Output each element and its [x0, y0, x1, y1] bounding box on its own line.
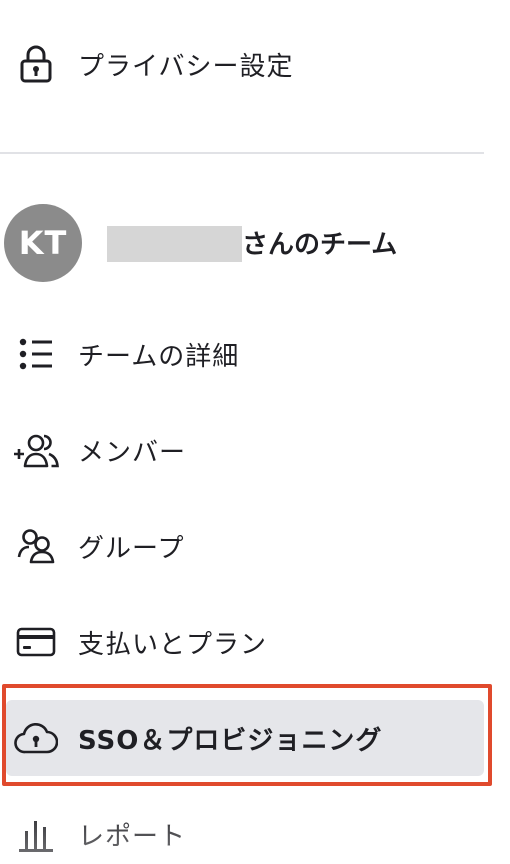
groups-item[interactable]: グループ — [0, 516, 484, 576]
redacted-user-name — [107, 226, 242, 262]
billing-plans-label: 支払いとプラン — [78, 629, 268, 660]
section-divider — [0, 152, 484, 154]
bar-chart-icon — [12, 810, 60, 858]
members-item[interactable]: メンバー — [0, 420, 484, 480]
billing-plans-item[interactable]: 支払いとプラン — [0, 612, 484, 672]
team-details-item[interactable]: チームの詳細 — [0, 324, 484, 384]
highlight-box — [2, 684, 492, 786]
reports-item[interactable]: レポート — [0, 804, 484, 864]
groups-label: グループ — [78, 533, 185, 564]
team-details-label: チームの詳細 — [78, 341, 240, 372]
privacy-settings-label: プライバシー設定 — [78, 51, 294, 82]
lock-icon — [12, 40, 60, 88]
team-name: さんのチーム — [242, 230, 398, 260]
group-icon — [12, 522, 60, 570]
reports-label: レポート — [78, 821, 187, 852]
list-icon — [12, 330, 60, 378]
members-label: メンバー — [78, 437, 187, 468]
team-avatar: KT — [4, 204, 82, 282]
credit-card-icon — [12, 618, 60, 666]
add-people-icon — [12, 426, 60, 474]
privacy-settings-item[interactable]: プライバシー設定 — [0, 34, 484, 94]
